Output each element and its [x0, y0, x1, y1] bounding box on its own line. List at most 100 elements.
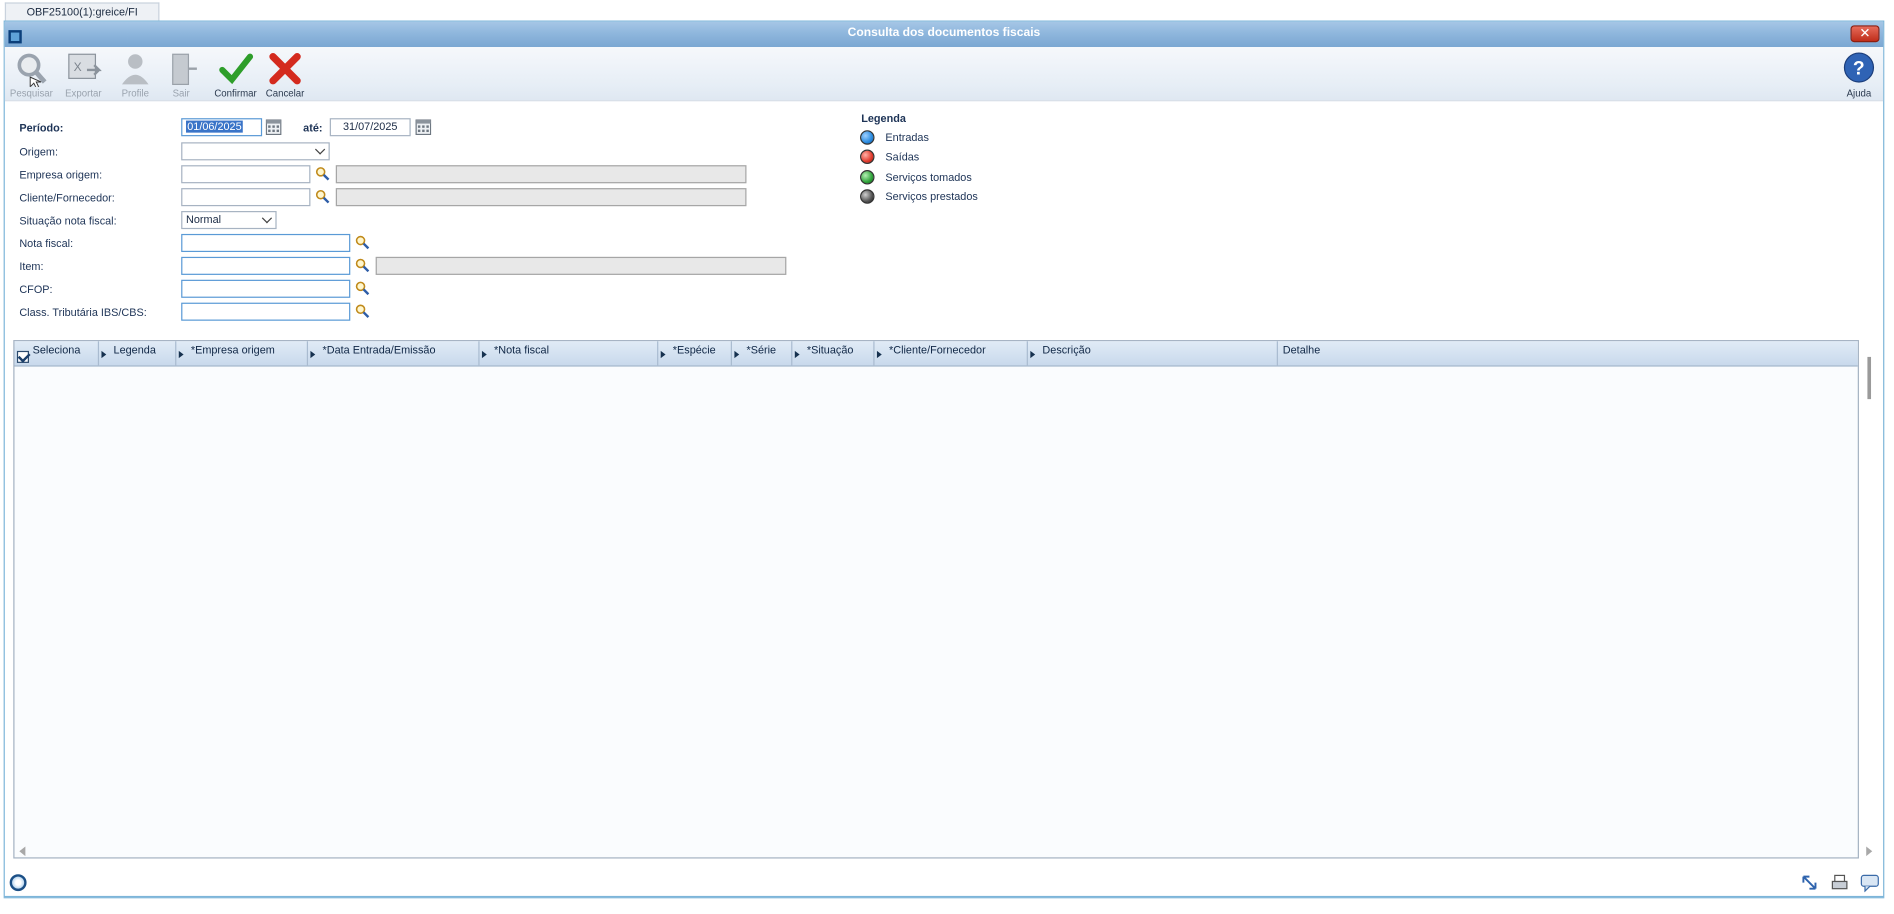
ate-label: até: [303, 121, 323, 134]
situacao-select-value: Normal [186, 213, 222, 226]
session-tab[interactable]: OBF25100(1):greice/FI [4, 2, 160, 21]
exit-button-label: Sair [172, 88, 190, 99]
column-header-detalhe[interactable]: Detalhe [1278, 341, 1858, 366]
export-button-label: Exportar [65, 88, 102, 99]
periodo-from-value: 01/06/2025 [186, 120, 243, 133]
title-bar: Consulta dos documentos fiscais ✕ [4, 21, 1884, 48]
column-header-nota-fiscal[interactable]: *Nota fiscal [480, 341, 659, 367]
expand-arrow-icon [1030, 350, 1036, 359]
class-trib-label: Class. Tributária IBS/CBS: [19, 306, 147, 319]
column-header-label: Seleciona [32, 343, 81, 356]
app-root: OBF25100(1):greice/FI Consulta dos docum… [0, 0, 1894, 914]
origem-label: Origem: [19, 145, 58, 158]
close-button[interactable]: ✕ [1850, 25, 1880, 43]
column-header-serie[interactable]: *Série [732, 341, 793, 367]
documents-grid[interactable]: Seleciona Legenda *Empresa origem *Data … [13, 340, 1859, 859]
expand-arrow-icon [794, 350, 800, 359]
chevron-down-icon [314, 144, 326, 155]
expand-arrow-icon [178, 350, 184, 359]
class-trib-input[interactable] [181, 302, 351, 321]
item-description [375, 256, 787, 275]
column-header-empresa-origem[interactable]: *Empresa origem [176, 341, 309, 367]
item-input[interactable] [181, 256, 351, 275]
scroll-right-arrow-icon[interactable] [1866, 846, 1873, 857]
svg-text:?: ? [1853, 59, 1865, 80]
search-button-label: Pesquisar [9, 88, 53, 99]
cliente-fornecedor-input[interactable] [181, 188, 311, 207]
magnifier-icon[interactable] [355, 258, 370, 273]
empresa-origem-input[interactable] [181, 165, 311, 184]
magnifier-icon[interactable] [355, 304, 370, 318]
red-dot-icon [860, 149, 875, 164]
column-header-especie[interactable]: *Espécie [658, 341, 732, 367]
magnifier-icon[interactable] [315, 166, 330, 181]
legend-title: Legenda [861, 112, 906, 125]
column-header-label: Descrição [1042, 343, 1091, 356]
magnifier-icon[interactable] [315, 189, 330, 204]
grid-header: Seleciona Legenda *Empresa origem *Data … [14, 341, 1858, 367]
periodo-from-field[interactable]: 01/06/2025 [181, 118, 263, 137]
legend-item-label: Serviços prestados [885, 190, 978, 203]
column-header-label: *Cliente/Fornecedor [889, 343, 986, 356]
help-icon: ? [1843, 52, 1875, 83]
help-button-label: Ajuda [1846, 88, 1872, 99]
window-title: Consulta dos documentos fiscais [847, 26, 1041, 40]
situacao-label: Situação nota fiscal: [19, 214, 117, 227]
column-header-label: *Data Entrada/Emissão [322, 343, 436, 356]
column-header-data-entrada[interactable]: *Data Entrada/Emissão [308, 341, 480, 367]
profile-button[interactable]: Profile [111, 51, 159, 99]
cancel-button-label: Cancelar [265, 88, 305, 99]
cliente-fornecedor-description [335, 188, 747, 207]
chevron-down-icon [261, 213, 273, 224]
column-header-label: *Série [746, 343, 777, 356]
search-button[interactable]: Pesquisar [7, 51, 55, 99]
calendar-icon[interactable] [265, 119, 282, 136]
column-header-legenda[interactable]: Legenda [99, 341, 177, 367]
nota-fiscal-input[interactable] [181, 233, 351, 253]
situacao-select[interactable]: Normal [181, 211, 277, 230]
export-button[interactable]: X Exportar [59, 51, 107, 99]
periodo-to-field[interactable]: 31/07/2025 [329, 118, 411, 137]
help-button[interactable]: ? Ajuda [1835, 51, 1883, 99]
confirm-button-label: Confirmar [214, 88, 257, 99]
exit-button[interactable]: Sair [157, 51, 205, 99]
column-header-label: *Nota fiscal [494, 343, 550, 356]
status-indicator-icon[interactable] [9, 874, 27, 892]
print-config-icon[interactable] [1830, 873, 1849, 892]
chat-message-icon[interactable] [1860, 873, 1879, 893]
nota-fiscal-label: Nota fiscal: [19, 237, 74, 250]
profile-button-label: Profile [121, 88, 149, 99]
resize-arrows-icon[interactable] [1800, 873, 1819, 892]
legend-item-label: Saídas [885, 150, 920, 163]
cancel-x-icon [269, 53, 301, 85]
expand-arrow-icon [101, 350, 107, 359]
exit-door-icon [172, 53, 197, 86]
column-header-seleciona[interactable]: Seleciona [14, 341, 100, 367]
periodo-label: Período: [19, 121, 64, 134]
vertical-scrollbar[interactable] [1867, 356, 1872, 400]
expand-arrow-icon [481, 350, 487, 359]
magnifier-icon[interactable] [355, 281, 370, 296]
magnifier-icon[interactable] [355, 235, 370, 250]
column-header-cliente-fornecedor[interactable]: *Cliente/Fornecedor [875, 341, 1028, 367]
origem-select[interactable] [181, 142, 330, 161]
column-header-label: Legenda [113, 343, 156, 356]
cliente-fornecedor-label: Cliente/Fornecedor: [19, 191, 115, 204]
select-all-checkbox[interactable] [16, 350, 29, 363]
expand-arrow-icon [660, 350, 666, 359]
scroll-left-arrow-icon[interactable] [19, 846, 26, 857]
calendar-icon[interactable] [415, 119, 432, 136]
confirm-button[interactable]: Confirmar [211, 51, 259, 99]
cfop-label: CFOP: [19, 283, 53, 296]
profile-icon [121, 54, 149, 85]
column-header-label: *Empresa origem [190, 343, 275, 356]
green-dot-icon [860, 170, 875, 185]
gray-dot-icon [860, 189, 875, 204]
column-header-situacao[interactable]: *Situação [792, 341, 875, 367]
expand-arrow-icon [310, 350, 316, 359]
cfop-input[interactable] [181, 279, 351, 298]
empresa-origem-label: Empresa origem: [19, 168, 103, 181]
cancel-button[interactable]: Cancelar [261, 51, 309, 99]
search-icon [17, 53, 47, 87]
column-header-descricao[interactable]: Descrição [1028, 341, 1278, 367]
